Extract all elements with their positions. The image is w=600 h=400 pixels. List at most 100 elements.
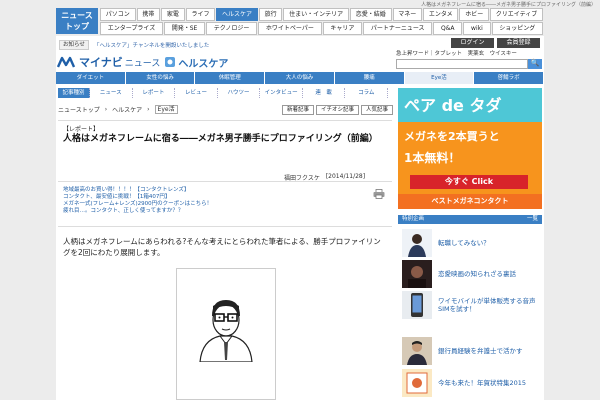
trending-words: 急上昇ワード｜タブレット 実薬玄 ウイスキー (396, 51, 517, 57)
trending-word[interactable]: 実薬玄 (468, 51, 485, 57)
search-input[interactable] (396, 59, 528, 69)
category-nav-item[interactable]: マネー (392, 8, 423, 21)
feature-title: 特別企画 (398, 215, 542, 224)
category-nav-item[interactable]: 開発・SE (163, 22, 206, 35)
category-nav-item[interactable]: ショッピング (491, 22, 543, 35)
sub-nav-item[interactable]: 大人の悩み (265, 72, 335, 84)
category-nav-item[interactable]: 恋愛・結婚 (349, 8, 392, 21)
section-nav: 記事種別 ニュース レポート レビュー ハウツー インタビュー連 載コラム (58, 88, 389, 98)
sub-nav-item[interactable]: ダイエット (56, 72, 126, 84)
promo-link[interactable]: 地域最高のお買い得！！！！【コンタクトレンズ】 (63, 187, 212, 194)
article-intro: 人柄はメガネフレームにあらわれる?そんな考えにとらわれた筆者による、勝手プロファ… (63, 237, 381, 257)
new-year-card-icon (402, 369, 432, 397)
sub-nav-item[interactable]: 腰痛 (334, 72, 405, 84)
promo-link[interactable]: 疲れ目…。コンタクト、正しく使ってますか？？ (63, 208, 212, 215)
category-nav-item[interactable]: 家電 (161, 8, 185, 21)
feature-item-label: 銀行員経験を弁護士で活かす (438, 347, 523, 355)
smartphone-photo-icon (402, 291, 432, 319)
category-nav-item[interactable]: ホビー (459, 8, 489, 21)
tab-new-articles[interactable]: 新着記事 (282, 105, 315, 115)
page-tagline: 人格はメガネフレームに宿る――メガネ男子勝手にプロファイリング（前編） (421, 2, 596, 8)
feature-all-link[interactable]: 一覧 (527, 215, 538, 224)
healthcare-icon (165, 57, 176, 67)
section-nav-item[interactable]: ニュース (90, 88, 133, 98)
section-nav-item[interactable]: レポート (133, 88, 176, 98)
section-nav-item[interactable]: ハウツー (218, 88, 261, 98)
breadcrumb-item[interactable]: ニューストップ (58, 105, 100, 114)
section-nav-item[interactable]: コラム (345, 88, 389, 98)
tab-popular-articles[interactable]: 人気記事 (361, 105, 394, 115)
category-nav-item[interactable]: Q&A (433, 22, 463, 35)
sub-nav-item[interactable]: Eye活 (404, 72, 475, 84)
article-author: 福田フクスケ (284, 175, 320, 182)
chevron-right-icon: › (104, 106, 108, 113)
channel-sub-nav: ダイエット 女性の悩み 休眠管理 大人の悩み 腰痛 Eye活 啓鯖ラボ (56, 72, 545, 84)
section-nav-item[interactable]: インタビュー (260, 88, 303, 98)
category-nav-item[interactable]: テクノロジー (206, 22, 258, 35)
trending-word[interactable]: ウイスキー (490, 51, 517, 57)
section-nav-item[interactable]: レビュー (175, 88, 218, 98)
category-nav-item[interactable]: ホワイトペーパー (258, 22, 322, 35)
mynavi-logo-icon (57, 56, 76, 68)
ad-line2: 1本無料！ (404, 151, 461, 165)
feature-item[interactable]: 転職してみない？ (402, 228, 542, 258)
trending-word[interactable]: タブレット (435, 51, 463, 57)
category-nav-item[interactable]: 旅行 (258, 8, 283, 21)
woman-photo-icon (402, 229, 432, 257)
article-date: [2014/11/28] (325, 173, 366, 180)
article-label: 【レポート】 (63, 126, 100, 133)
logo-line1: ニュース (61, 11, 93, 20)
glasses-man-illustration (199, 300, 253, 362)
sub-nav-item[interactable]: 啓鯖ラボ (474, 72, 545, 84)
category-nav-item[interactable]: エンタメ (423, 8, 459, 21)
news-top-logo[interactable]: ニュース トップ (56, 8, 98, 34)
logo-line2: トップ (65, 22, 89, 31)
login-button[interactable]: ログイン (451, 38, 494, 48)
category-nav-item[interactable]: パートナーニュース (363, 22, 433, 35)
promo-links: 地域最高のお買い得！！！！【コンタクトレンズ】 コンタクト、最安値に挑戦！【1箱… (63, 187, 212, 215)
category-nav-item[interactable]: パソコン (100, 8, 136, 21)
section-nav-item[interactable]: 記事種別 (58, 88, 90, 98)
category-nav-item[interactable]: クリエイティブ (490, 8, 544, 21)
ad-cta-button[interactable]: 今すぐ Click (410, 175, 528, 189)
promo-link[interactable]: メガネ一式(フレーム+レンズ)2900円のクーポンはこちら！ (63, 201, 212, 208)
category-nav-item[interactable]: ライフ (185, 8, 216, 21)
category-nav-item[interactable]: wiki (463, 22, 491, 35)
sub-nav-item[interactable]: 休眠管理 (195, 72, 266, 84)
brand-logo[interactable]: マイナビ ニュース ヘルスケア (57, 54, 228, 70)
chevron-right-icon: › (147, 106, 150, 113)
feature-item-label: 転職してみない？ (438, 239, 490, 247)
feature-item[interactable]: 今年も来た！年賀状特集2015 (402, 368, 542, 398)
tab-featured-articles[interactable]: イチオシ記事 (316, 105, 360, 115)
category-nav-item[interactable]: 携帯 (136, 8, 161, 21)
feature-item-label: 恋愛映画の知られざる裏話 (438, 270, 516, 278)
feature-item[interactable]: ワイモバイルが単体販売する音声SIMを試す！ (402, 290, 542, 320)
register-button[interactable]: 会員登録 (497, 38, 540, 48)
search-button[interactable]: 🔍 (528, 59, 542, 69)
feature-item[interactable]: 銀行員経験を弁護士で活かす (402, 336, 542, 366)
article-byline: 福田フクスケ [2014/11/28] (284, 173, 365, 182)
notice-link[interactable]: 「ヘルスケア」チャンネルを開設いたしました (94, 41, 209, 49)
category-nav-item[interactable]: ヘルスケア (216, 8, 258, 21)
breadcrumb-tag[interactable]: Eye活 (154, 105, 178, 114)
article-tabs: 新着記事 イチオシ記事 人気記事 (282, 105, 394, 115)
sub-nav-item[interactable]: 女性の悩み (125, 72, 196, 84)
divider (58, 226, 392, 227)
feature-item[interactable]: 恋愛映画の知られざる裏話 (402, 259, 542, 289)
feature-item-label: 今年も来た！年賀状特集2015 (438, 379, 527, 387)
notice-label: お知らせ (59, 40, 89, 50)
print-icon[interactable] (373, 189, 385, 199)
breadcrumb-item[interactable]: ヘルスケア (112, 105, 142, 114)
category-nav-item[interactable]: キャリア (322, 22, 363, 35)
promo-link[interactable]: コンタクト、最安値に挑戦！【1箱407円】 (63, 194, 212, 201)
category-nav-item[interactable]: 住まい・インテリア (283, 8, 349, 21)
article-title: 人格はメガネフレームに宿る――メガネ男子勝手にプロファイリング（前編） (63, 134, 378, 144)
category-nav-row1: パソコン 携帯 家電 ライフ ヘルスケア 旅行 住まい・インテリア 恋愛・結婚 マネー エンタメホ… (100, 8, 544, 21)
section-nav-item[interactable]: 連 載 (303, 88, 346, 98)
man-photo-icon (402, 337, 432, 365)
page: 人格はメガネフレームに宿る――メガネ男子勝手にプロファイリング（前編） ニュース… (0, 0, 600, 400)
category-nav-item[interactable]: エンタープライズ (100, 22, 163, 35)
ad-line1: メガネを2本買うと (404, 130, 500, 143)
trending-label: 急上昇ワード (396, 51, 430, 57)
movie-photo-icon (402, 260, 432, 288)
